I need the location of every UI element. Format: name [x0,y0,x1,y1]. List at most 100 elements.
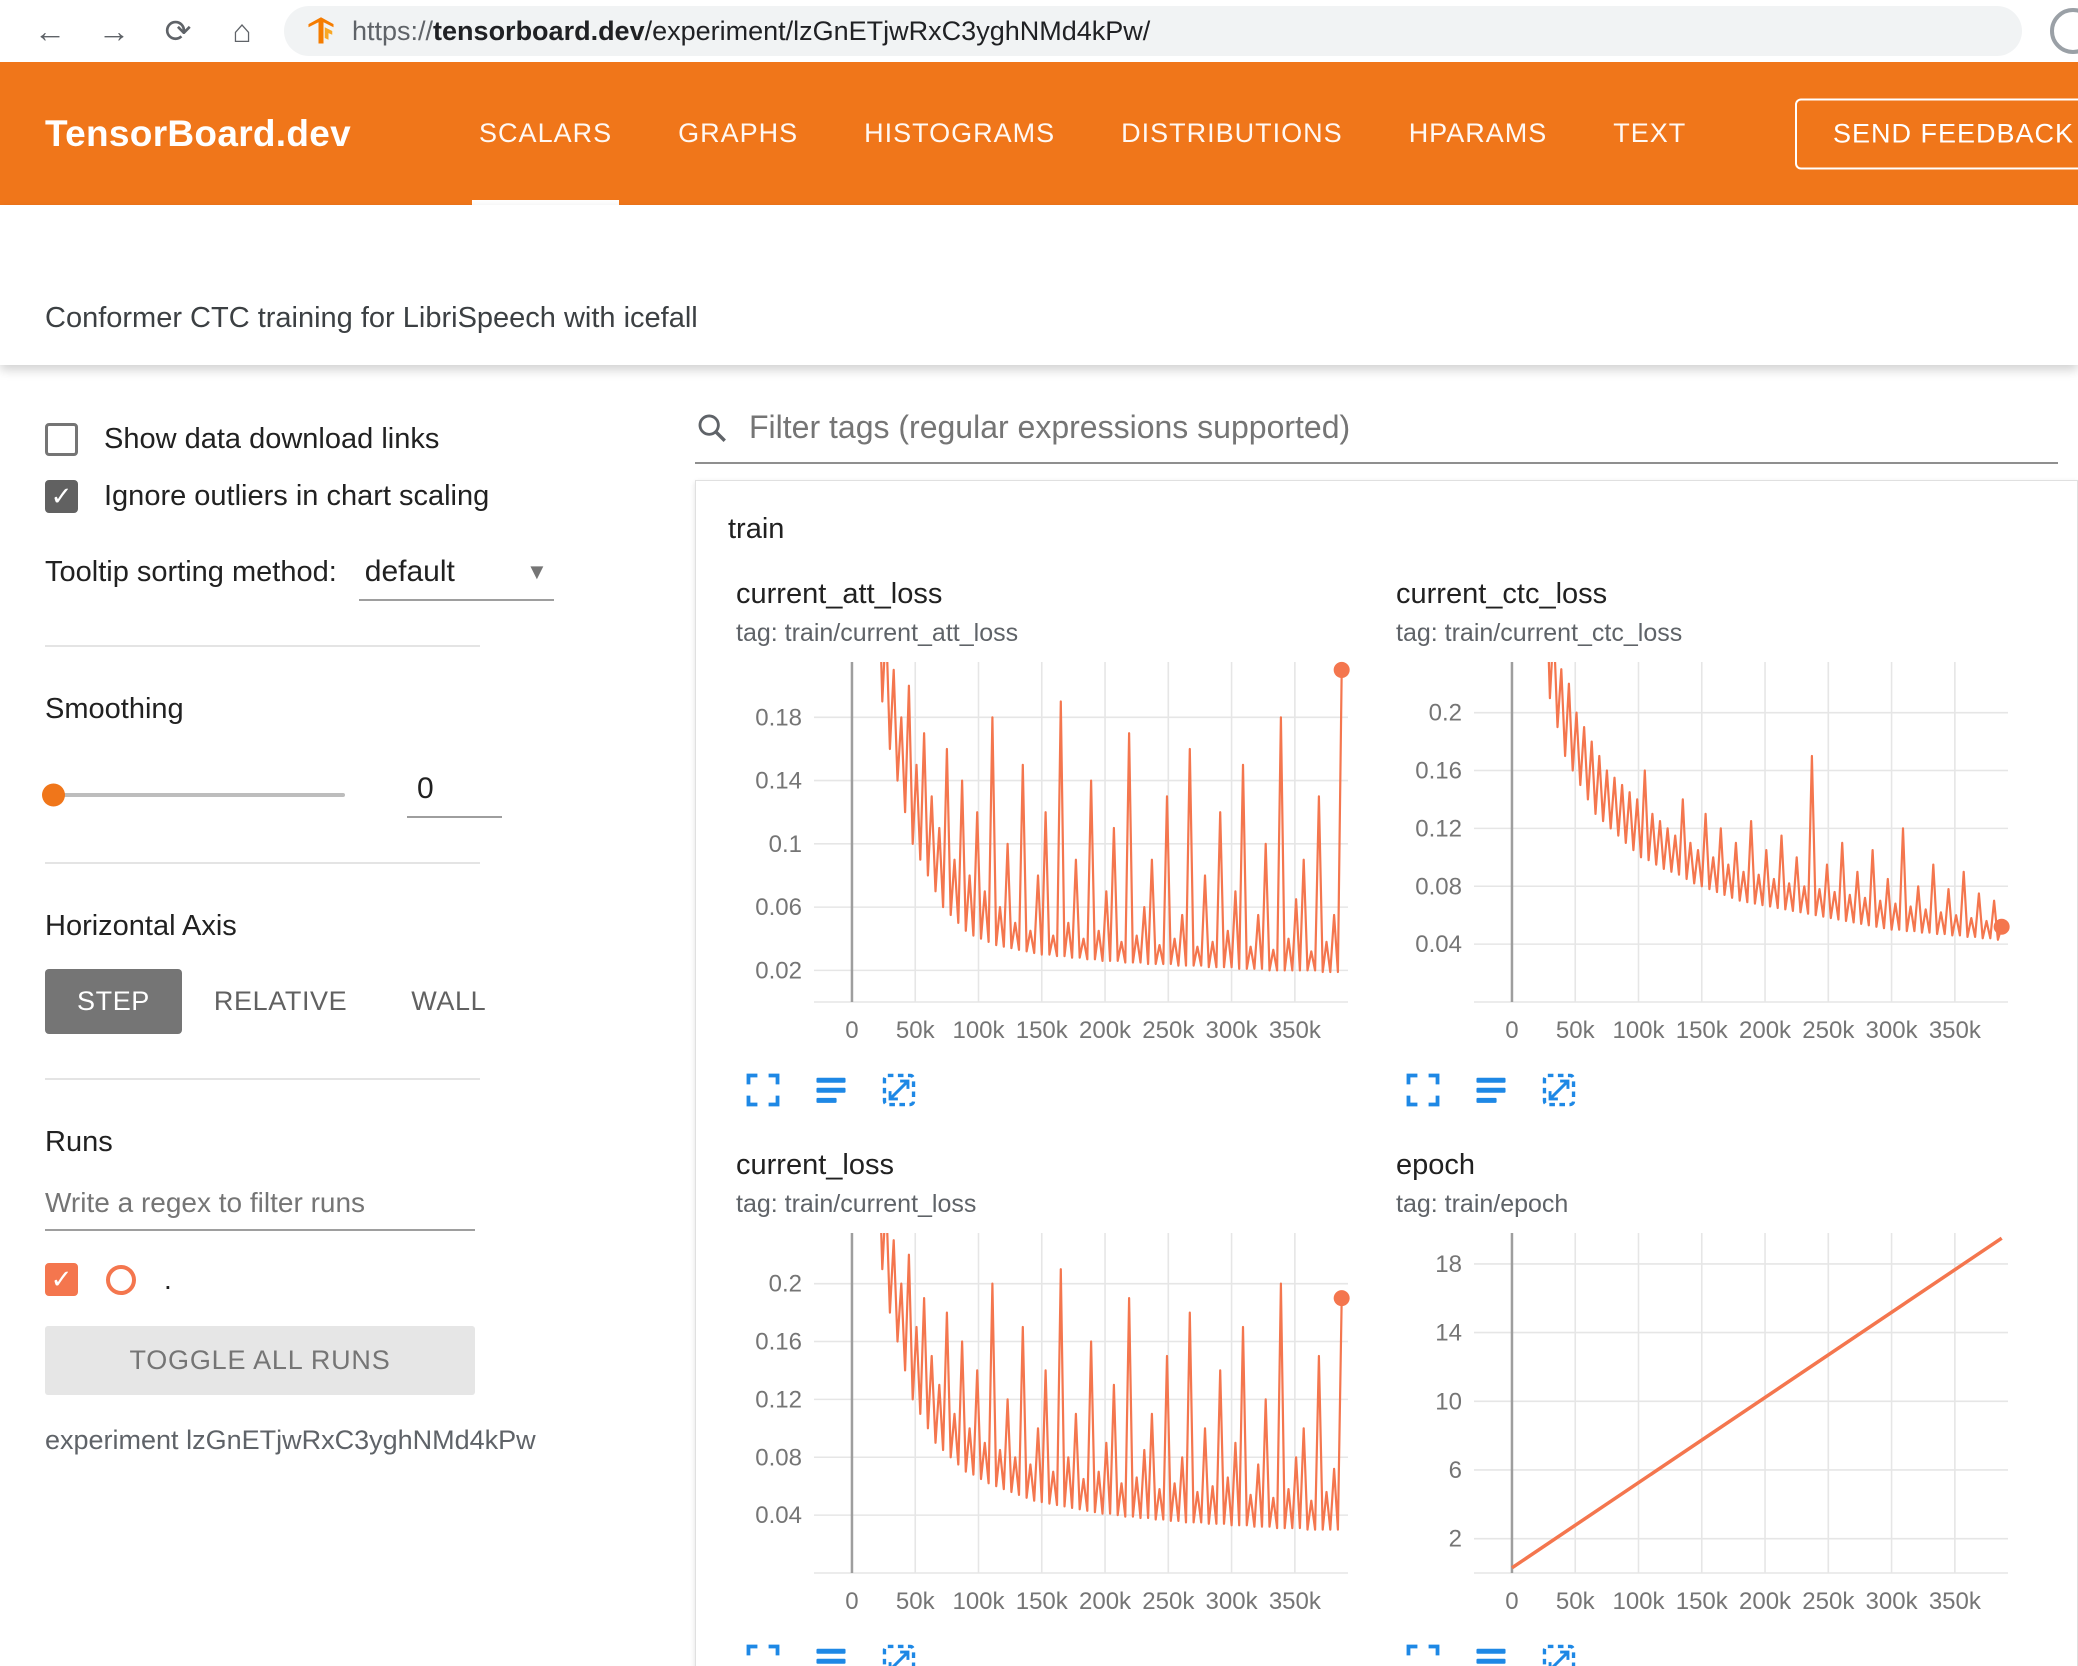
fullscreen-icon[interactable] [1404,1642,1442,1666]
svg-text:300k: 300k [1206,1588,1259,1615]
checkbox-label: Show data download links [104,423,440,455]
svg-text:0.16: 0.16 [1415,758,1462,785]
checkbox-row[interactable]: ✓ Show data download links [45,423,600,456]
svg-text:150k: 150k [1016,1588,1069,1615]
tab-hparams[interactable]: HPARAMS [1376,62,1581,205]
svg-text:200k: 200k [1079,1588,1132,1615]
content: ✓ Show data download links ✓ Ignore outl… [0,365,2078,1666]
tab-graphs[interactable]: GRAPHS [645,62,831,205]
chart-canvas[interactable]: 0.02 0.06 0.1 0.14 0.18 0 50k 100k 150k 200k 250k 3… [736,654,1370,1059]
svg-text:350k: 350k [1929,1017,1982,1044]
checkbox-row[interactable]: ✓ Ignore outliers in chart scaling [45,480,600,513]
tab-scalars[interactable]: SCALARS [446,62,645,205]
chart-toolbar [1404,1642,2030,1666]
fullscreen-icon[interactable] [1404,1071,1442,1109]
train-section-header[interactable]: train [696,481,2077,564]
forward-icon[interactable]: → [82,13,146,50]
divider [45,1078,480,1080]
experiment-title: Conformer CTC training for LibriSpeech w… [45,302,698,334]
svg-text:250k: 250k [1802,1588,1855,1615]
svg-text:50k: 50k [1556,1017,1596,1044]
chart-current_att_loss: current_att_loss tag: train/current_att_… [736,578,1370,1109]
svg-text:300k: 300k [1866,1588,1919,1615]
experiment-id: experiment lzGnETjwRxC3yghNMd4kPw [45,1425,536,1455]
svg-text:300k: 300k [1866,1017,1919,1044]
svg-text:250k: 250k [1142,1017,1195,1044]
chart-tag: tag: train/current_att_loss [736,619,1019,647]
axis-option-wall[interactable]: WALL [379,969,518,1034]
run-checkbox[interactable]: ✓ [45,1263,78,1296]
home-icon[interactable]: ⌂ [210,13,274,50]
smoothing-slider[interactable] [42,783,345,807]
fullscreen-icon[interactable] [744,1642,782,1666]
svg-text:100k: 100k [952,1588,1005,1615]
checkbox[interactable]: ✓ [45,480,78,513]
svg-text:100k: 100k [1612,1017,1665,1044]
toggle-all-runs-button[interactable]: TOGGLE ALL RUNS [45,1326,475,1395]
run-data-icon[interactable] [1472,1642,1510,1666]
runs-filter-input[interactable] [45,1177,475,1231]
run-data-icon[interactable] [812,1071,850,1109]
filter-tags-input[interactable] [749,409,2058,446]
tab-histograms[interactable]: HISTOGRAMS [831,62,1088,205]
svg-text:0.12: 0.12 [1415,815,1462,842]
fit-domain-icon[interactable] [1540,1071,1578,1109]
avatar[interactable] [2050,8,2078,54]
svg-text:150k: 150k [1676,1588,1729,1615]
svg-text:0.04: 0.04 [1415,931,1462,958]
reload-icon[interactable]: ⟳ [146,12,210,50]
svg-text:50k: 50k [1556,1588,1596,1615]
svg-text:0.08: 0.08 [1415,873,1462,900]
chart-title: current_ctc_loss [1396,578,1608,610]
tooltip-sorting-value: default [364,555,455,588]
svg-text:18: 18 [1435,1251,1462,1278]
tab-text[interactable]: TEXT [1580,62,1719,205]
svg-text:100k: 100k [1612,1588,1665,1615]
fit-domain-icon[interactable] [1540,1642,1578,1666]
send-feedback-button[interactable]: SEND FEEDBACK [1794,98,2078,169]
axis-option-step[interactable]: STEP [45,969,182,1034]
checkbox-list: ✓ Show data download links ✓ Ignore outl… [45,423,600,513]
back-icon[interactable]: ← [18,13,82,50]
chart-canvas[interactable]: 2 6 10 14 18 0 50k 100k 150k 200k 250k 300k 350k [1396,1225,2030,1630]
address-bar[interactable]: https://tensorboard.dev/experiment/lzGnE… [284,6,2022,56]
main-panel: train current_att_loss tag: train/curren… [645,365,2078,1666]
svg-text:300k: 300k [1206,1017,1259,1044]
fit-domain-icon[interactable] [880,1642,918,1666]
chart-title: current_att_loss [736,578,943,610]
url-scheme: https:// [352,15,434,46]
runs-label: Runs [45,1126,113,1158]
run-data-icon[interactable] [812,1642,850,1666]
tensorboard-favicon [308,17,334,44]
chevron-down-icon: ▼ [526,559,548,584]
run-color-swatch [106,1264,136,1295]
chart-canvas[interactable]: 0.04 0.08 0.12 0.16 0.2 0 50k 100k 150k 200k 250k 3… [736,1225,1370,1630]
tooltip-sorting-dropdown[interactable]: default ▼ [358,555,554,601]
smoothing-value[interactable]: 0 [407,772,502,818]
run-row[interactable]: ✓ . [45,1263,600,1296]
smoothing-label: Smoothing [45,693,184,725]
fullscreen-icon[interactable] [744,1071,782,1109]
svg-text:14: 14 [1435,1320,1462,1347]
divider [45,645,480,647]
fit-domain-icon[interactable] [880,1071,918,1109]
smoothing-slider-thumb[interactable] [42,783,65,807]
search-icon [698,414,726,442]
tab-distributions[interactable]: DISTRIBUTIONS [1088,62,1376,205]
checkbox-label: Ignore outliers in chart scaling [104,480,490,512]
chart-title: current_loss [736,1149,894,1181]
axis-option-relative[interactable]: RELATIVE [182,969,379,1034]
svg-text:0.1: 0.1 [769,831,802,858]
chart-canvas[interactable]: 0.04 0.08 0.12 0.16 0.2 0 50k 100k 150k 200k 250k 3… [1396,654,2030,1059]
tensorboard-header: TensorBoard.dev SCALARS GRAPHS HISTOGRAMS D… [0,62,2078,205]
checkbox[interactable]: ✓ [45,423,78,456]
run-name: . [164,1263,172,1295]
svg-text:200k: 200k [1079,1017,1132,1044]
svg-text:0.2: 0.2 [1429,700,1462,727]
svg-text:0.08: 0.08 [755,1444,802,1471]
train-card: train current_att_loss tag: train/curren… [695,480,2078,1666]
run-data-icon[interactable] [1472,1071,1510,1109]
filter-tags-row [695,409,2058,464]
horizontal-axis-toggle: STEP RELATIVE WALL [45,969,600,1034]
svg-text:100k: 100k [952,1017,1005,1044]
